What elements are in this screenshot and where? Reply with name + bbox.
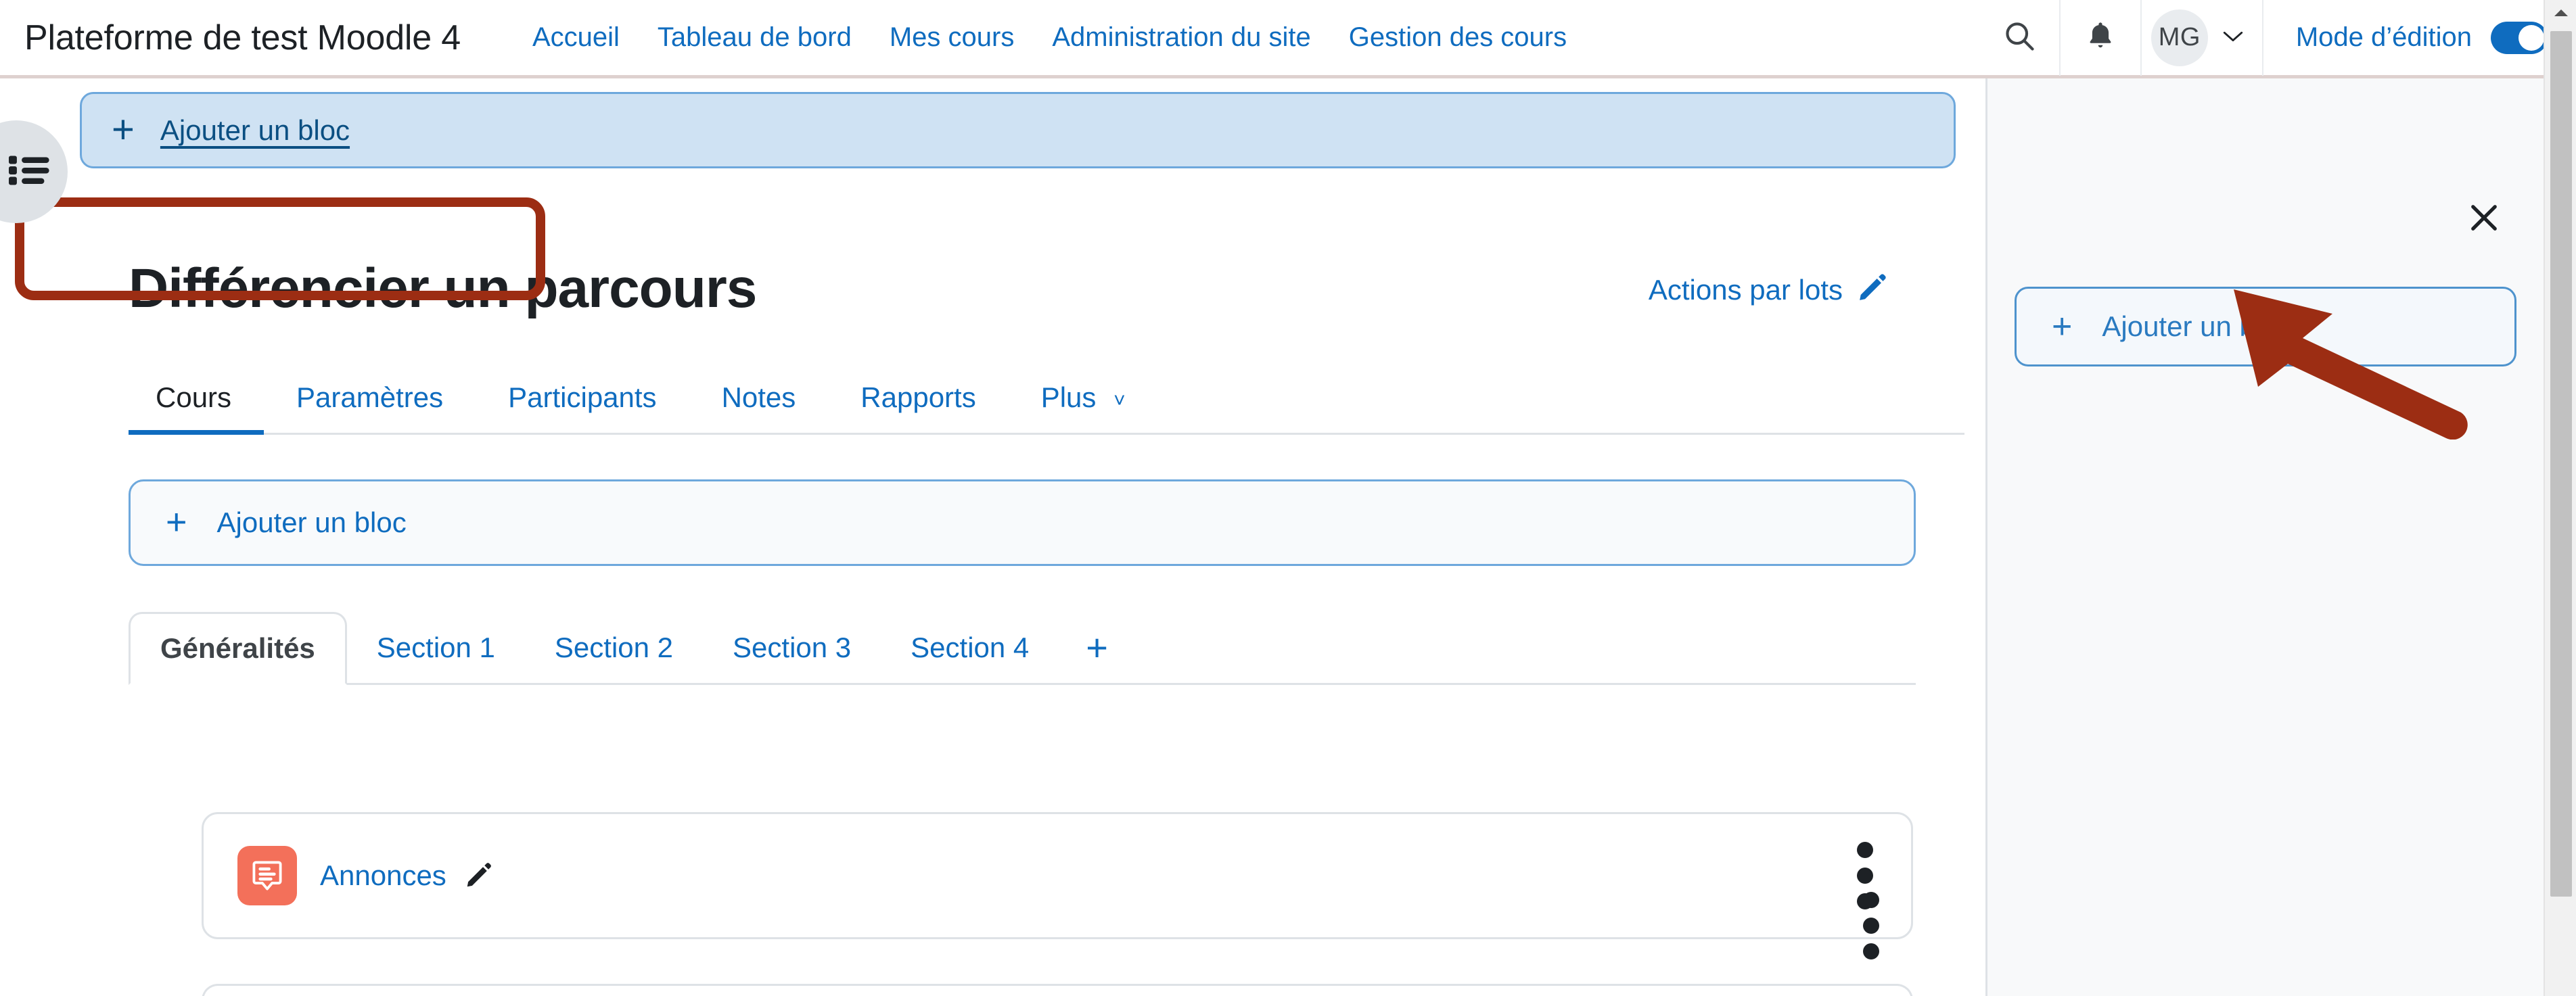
- tab-notes[interactable]: Notes: [689, 381, 829, 433]
- tab-notes-label: Notes: [721, 381, 796, 413]
- plus-icon: +: [166, 502, 187, 543]
- section-tab-bar: Généralités Section 1 Section 2 Section …: [129, 612, 1916, 685]
- moodle-course-page: Plateforme de test Moodle 4 Accueil Tabl…: [0, 0, 2576, 996]
- chevron-down-icon: [2222, 26, 2245, 49]
- search-icon: [2002, 18, 2037, 57]
- avatar: MG: [2150, 9, 2208, 66]
- edit-mode-toggle[interactable]: Mode d’édition: [2263, 21, 2576, 54]
- nav-link-tableau-de-bord[interactable]: Tableau de bord: [639, 22, 871, 53]
- close-icon: [2466, 200, 2502, 239]
- page-header: Différencier un parcours Actions par lot…: [0, 187, 1985, 316]
- navbar-right: MG Mode d’édition: [1979, 0, 2576, 76]
- edit-mode-label: Mode d’édition: [2295, 22, 2472, 52]
- kebab-dot: [1863, 918, 1879, 934]
- drawer-add-block-label: Ajouter un bloc: [2102, 310, 2292, 342]
- tab-participants[interactable]: Participants: [476, 381, 689, 433]
- drawer-add-block-button[interactable]: + Ajouter un bloc: [2015, 287, 2516, 366]
- section-actions-menu[interactable]: [1863, 892, 1879, 959]
- tab-cours[interactable]: Cours: [129, 381, 264, 435]
- bulk-actions-button[interactable]: Actions par lots: [1649, 272, 1887, 316]
- section-tab-section-3[interactable]: Section 3: [703, 612, 881, 683]
- course-tab-bar: Cours Paramètres Participants Notes Rapp…: [129, 364, 1964, 435]
- main-content: + Ajouter un bloc Différencier un parcou…: [0, 78, 1985, 996]
- scroll-up-button[interactable]: [2545, 0, 2576, 28]
- activity-name-annonces[interactable]: Annonces: [320, 859, 446, 892]
- primary-nav: Accueil Tableau de bord Mes cours Admini…: [513, 22, 1586, 53]
- activity-card-annonces: Annonces: [202, 812, 1913, 939]
- add-block-banner-label: Ajouter un bloc: [160, 114, 350, 146]
- plus-icon: +: [112, 108, 135, 152]
- section-tab-generalites[interactable]: Généralités: [129, 612, 347, 685]
- tab-parametres[interactable]: Paramètres: [264, 381, 476, 433]
- search-button[interactable]: [1979, 0, 2059, 75]
- kebab-dot: [1857, 868, 1873, 884]
- activity-card-next-partial: [202, 984, 1913, 996]
- edit-mode-switch[interactable]: [2491, 21, 2548, 54]
- section-tab-section-2[interactable]: Section 2: [525, 612, 703, 683]
- kebab-dot: [1863, 943, 1879, 959]
- add-block-inline[interactable]: + Ajouter un bloc: [129, 479, 1916, 566]
- vertical-scrollbar[interactable]: [2544, 0, 2576, 996]
- block-drawer: + Ajouter un bloc: [1985, 78, 2544, 996]
- list-index-icon: [9, 153, 51, 191]
- tab-cours-label: Cours: [156, 381, 232, 413]
- page-title: Différencier un parcours: [129, 258, 757, 319]
- tab-parametres-label: Paramètres: [296, 381, 444, 413]
- nav-link-mes-cours[interactable]: Mes cours: [871, 22, 1034, 53]
- nav-link-accueil[interactable]: Accueil: [513, 22, 639, 53]
- tab-plus[interactable]: Plus ˅: [1009, 381, 1158, 433]
- section-generalites: Annonces: [129, 812, 1916, 996]
- plus-icon: +: [1086, 625, 1108, 669]
- notifications-button[interactable]: [2061, 0, 2140, 75]
- tab-plus-label: Plus: [1040, 381, 1097, 413]
- tab-rapports[interactable]: Rapports: [828, 381, 1008, 433]
- site-brand[interactable]: Plateforme de test Moodle 4: [0, 18, 461, 58]
- plus-icon: +: [2052, 306, 2073, 346]
- forum-announcement-icon: [237, 846, 297, 905]
- chevron-down-icon: ˅: [1113, 389, 1126, 412]
- section-tab-section-1[interactable]: Section 1: [347, 612, 525, 683]
- kebab-dot: [1863, 892, 1879, 908]
- bell-icon: [2084, 19, 2117, 56]
- user-menu[interactable]: MG: [2142, 9, 2262, 66]
- add-section-button[interactable]: +: [1059, 612, 1135, 683]
- close-drawer-button[interactable]: [2460, 195, 2508, 243]
- chevron-up-icon: [2554, 8, 2569, 21]
- scrollbar-thumb[interactable]: [2550, 31, 2572, 897]
- nav-link-administration-du-site[interactable]: Administration du site: [1033, 22, 1329, 53]
- add-block-banner[interactable]: + Ajouter un bloc: [80, 92, 1956, 168]
- tab-rapports-label: Rapports: [860, 381, 976, 413]
- add-block-inline-label: Ajouter un bloc: [216, 506, 407, 538]
- section-tab-section-4[interactable]: Section 4: [881, 612, 1059, 683]
- top-navbar: Plateforme de test Moodle 4 Accueil Tabl…: [0, 0, 2576, 78]
- nav-link-gestion-des-cours[interactable]: Gestion des cours: [1330, 22, 1586, 53]
- activity-rename-pencil-icon[interactable]: [464, 861, 492, 890]
- pencil-icon: [1856, 272, 1887, 307]
- course-content: Différencier un parcours Actions par lot…: [0, 187, 1985, 996]
- bulk-actions-label: Actions par lots: [1648, 273, 1843, 306]
- kebab-dot: [1857, 842, 1873, 858]
- tab-participants-label: Participants: [508, 381, 657, 413]
